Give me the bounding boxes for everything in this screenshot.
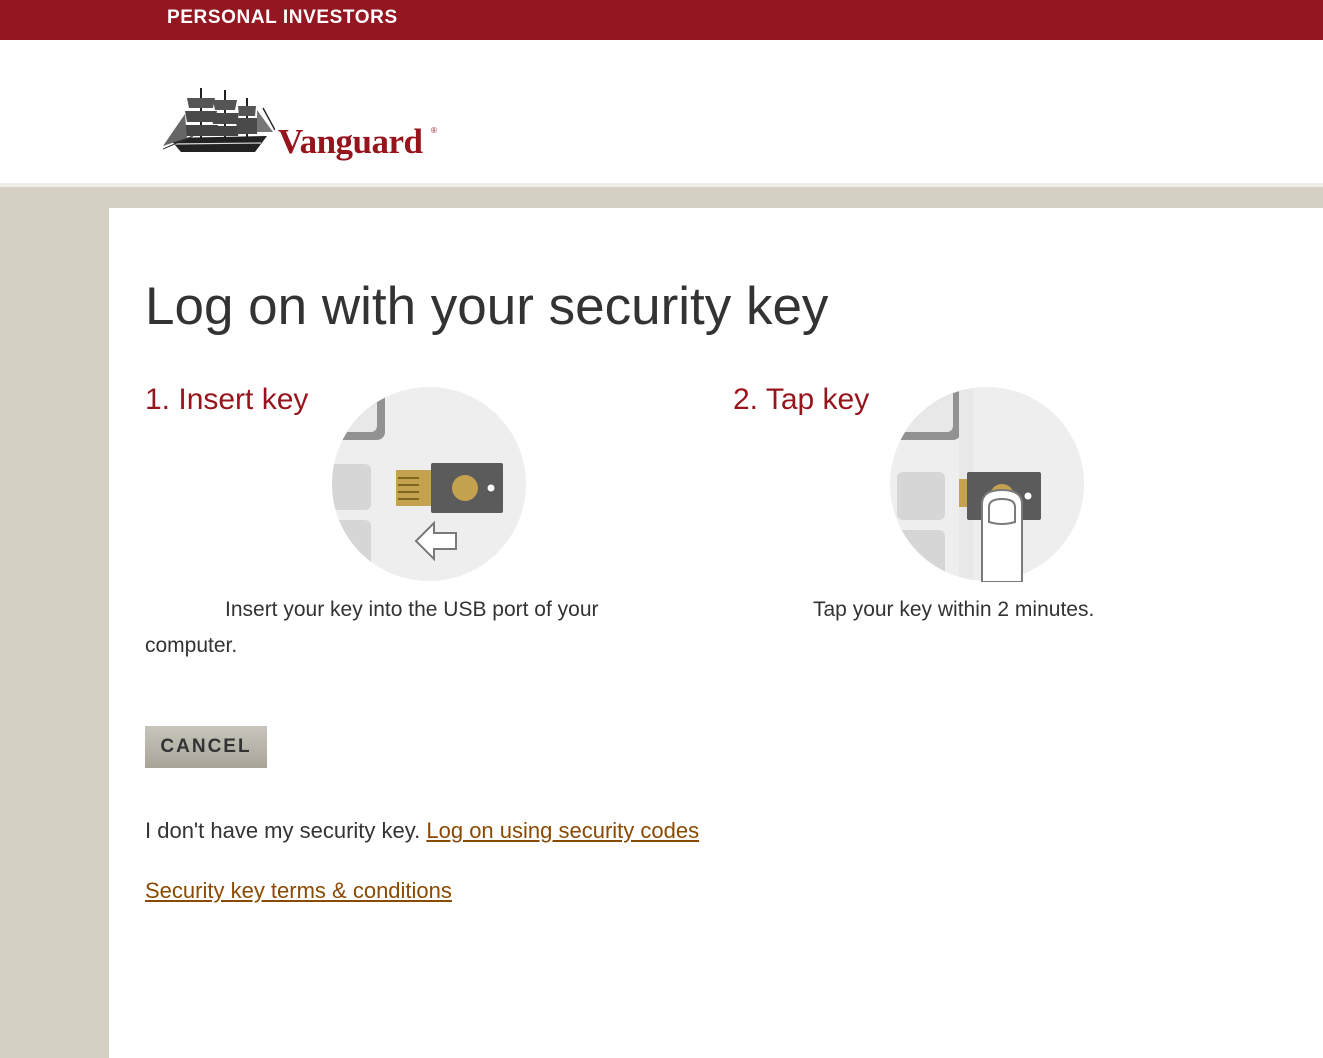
ship-logo-icon (163, 88, 275, 152)
step-2-description: Tap your key within 2 minutes. (813, 598, 1095, 621)
cancel-button[interactable]: CANCEL (145, 726, 267, 768)
step-1-heading: 1. Insert key (145, 383, 309, 416)
personal-investors-label[interactable]: PERSONAL INVESTORS (167, 7, 398, 29)
terms-row: Security key terms & conditions (145, 878, 452, 904)
terms-conditions-link[interactable]: Security key terms & conditions (145, 878, 452, 903)
top-bar: PERSONAL INVESTORS (0, 0, 1323, 40)
vanguard-logo[interactable]: Vanguard ® (163, 86, 448, 166)
registered-mark: ® (431, 126, 437, 135)
no-key-row: I don't have my security key. Log on usi… (145, 818, 699, 844)
step-2-heading: 2. Tap key (733, 383, 870, 416)
vanguard-wordmark: Vanguard (278, 122, 423, 161)
no-key-text: I don't have my security key. (145, 818, 421, 843)
security-codes-link[interactable]: Log on using security codes (426, 818, 699, 843)
step-1-description: Insert your key into the USB port of you… (145, 598, 599, 657)
insert-usb-key-illustration (332, 387, 526, 581)
tap-usb-key-illustration (890, 387, 1084, 582)
page-title: Log on with your security key (145, 277, 829, 336)
